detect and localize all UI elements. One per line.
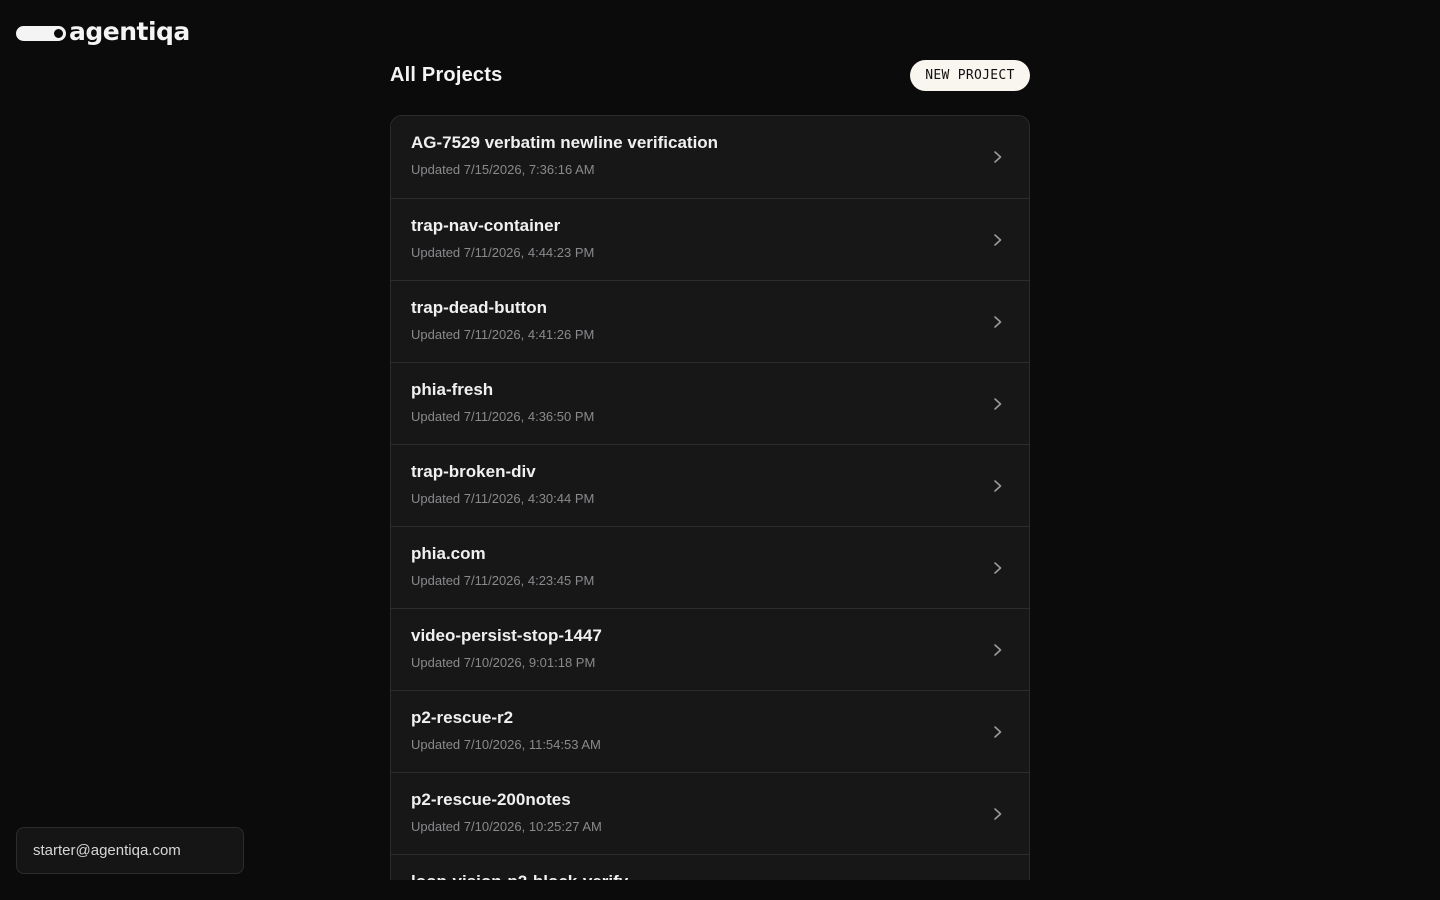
project-updated-time: Updated 7/10/2026, 11:54:53 AM	[411, 737, 601, 752]
project-row[interactable]: video-persist-stop-1447 Updated 7/10/2026…	[391, 608, 1029, 690]
chevron-right-icon	[994, 398, 1002, 410]
chevron-right-icon	[994, 234, 1002, 246]
brand-name: agentiqa	[69, 17, 190, 46]
project-row[interactable]: trap-dead-button Updated 7/11/2026, 4:41:…	[391, 280, 1029, 362]
project-name: AG-7529 verbatim newline verification	[411, 133, 719, 152]
brand-logo[interactable]: agentiqa	[16, 18, 190, 46]
project-row[interactable]: trap-nav-container Updated 7/11/2026, 4:4…	[391, 198, 1029, 280]
project-name: trap-nav-container	[411, 216, 561, 235]
chevron-right-icon	[994, 480, 1002, 492]
project-row[interactable]: p2-rescue-r2 Updated 7/10/2026, 11:54:53 …	[391, 690, 1029, 772]
project-name: phia-fresh	[411, 380, 494, 399]
project-row[interactable]: phia.com Updated 7/11/2026, 4:23:45 PM	[391, 526, 1029, 608]
chevron-right-icon	[994, 808, 1002, 820]
chevron-right-icon	[994, 316, 1002, 328]
project-updated-time: Updated 7/11/2026, 4:36:50 PM	[411, 409, 595, 424]
logo-toggle-icon	[16, 25, 66, 41]
project-row[interactable]: phia-fresh Updated 7/11/2026, 4:36:50 PM	[391, 362, 1029, 444]
user-account[interactable]: starter@agentiqa.com	[16, 827, 244, 874]
project-updated-time: Updated 7/11/2026, 4:23:45 PM	[411, 573, 595, 588]
project-name: p2-rescue-200notes	[411, 790, 571, 809]
project-updated-time: Updated 7/11/2026, 4:30:44 PM	[411, 491, 595, 506]
project-row[interactable]: trap-broken-div Updated 7/11/2026, 4:30:4…	[391, 444, 1029, 526]
projects-panel: All Projects NEW PROJECT AG-7529 verbati…	[390, 0, 1030, 880]
project-name: trap-dead-button	[411, 298, 547, 317]
project-updated-time: Updated 7/11/2026, 4:41:26 PM	[411, 327, 595, 342]
project-updated-time: Updated 7/10/2026, 10:25:27 AM	[411, 819, 602, 834]
chevron-right-icon	[994, 726, 1002, 738]
project-row[interactable]: loop-vision-p2-block-verify	[391, 854, 1029, 880]
project-updated-time: Updated 7/11/2026, 4:44:23 PM	[411, 245, 595, 260]
chevron-right-icon	[994, 151, 1002, 163]
new-project-button[interactable]: NEW PROJECT	[910, 60, 1030, 91]
page-title: All Projects	[390, 64, 503, 86]
chevron-right-icon	[994, 644, 1002, 656]
project-name: loop-vision-p2-block-verify	[411, 872, 628, 880]
chevron-right-icon	[994, 562, 1002, 574]
project-name: phia.com	[411, 544, 486, 563]
project-updated-time: Updated 7/15/2026, 7:36:16 AM	[411, 162, 595, 177]
project-name: p2-rescue-r2	[411, 708, 514, 727]
project-row[interactable]: p2-rescue-200notes Updated 7/10/2026, 10:…	[391, 772, 1029, 854]
project-name: video-persist-stop-1447	[411, 626, 602, 645]
page-header: All Projects NEW PROJECT	[390, 60, 1030, 91]
project-row[interactable]: AG-7529 verbatim newline verification Upd…	[391, 116, 1029, 198]
project-updated-time: Updated 7/10/2026, 9:01:18 PM	[411, 655, 596, 670]
project-list: AG-7529 verbatim newline verification Upd…	[390, 115, 1030, 880]
project-name: trap-broken-div	[411, 462, 536, 481]
